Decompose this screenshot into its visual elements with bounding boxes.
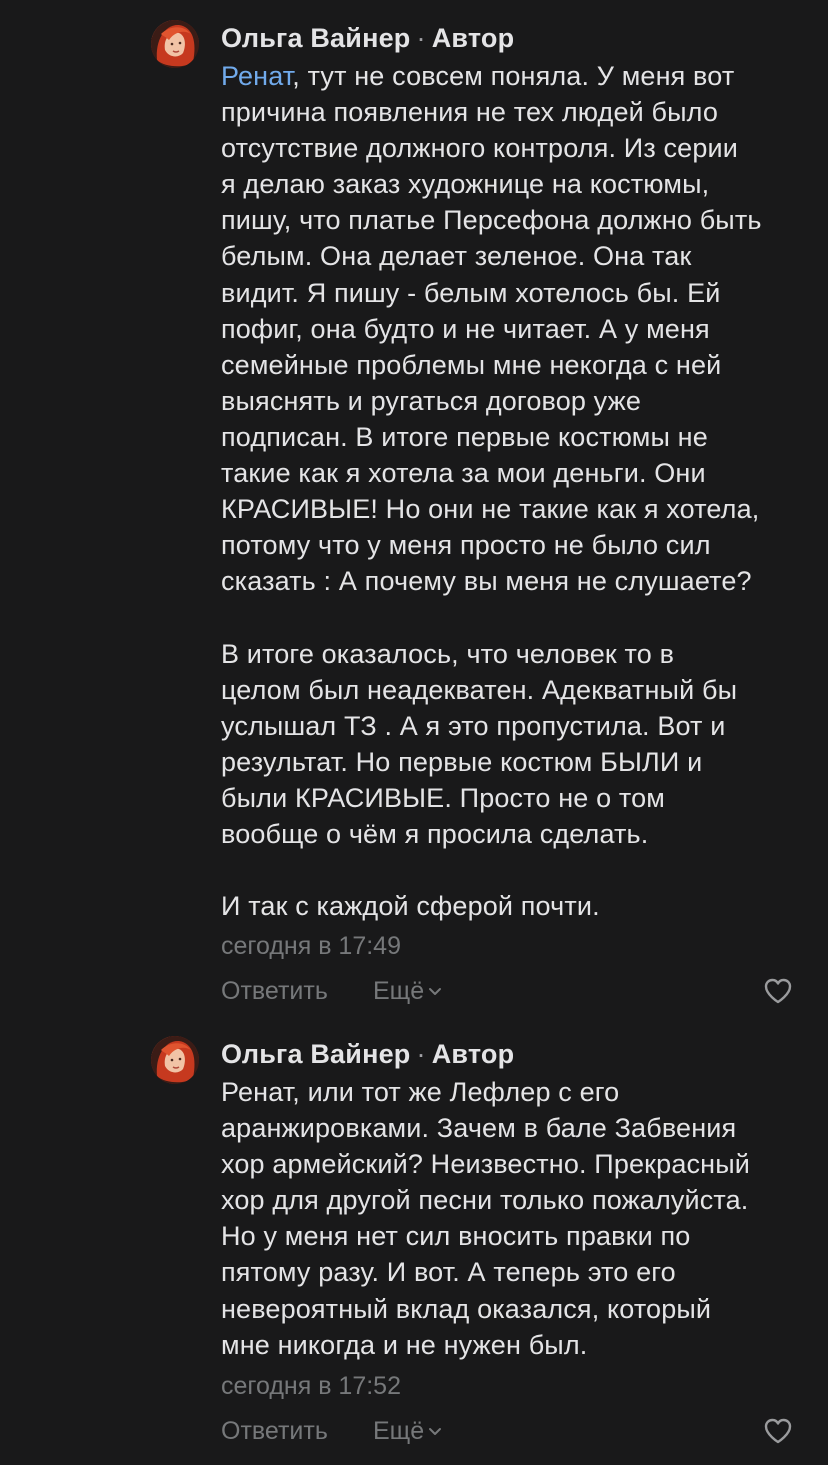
comment-line: Но у меня нет сил вносить правки по — [221, 1221, 691, 1252]
reply-button[interactable]: Ответить — [221, 971, 328, 1011]
comment-line: сказать : А почему вы меня не слушаете? — [221, 566, 752, 597]
mention-link[interactable]: Ренат — [221, 61, 292, 91]
heart-icon[interactable] — [763, 977, 793, 1005]
more-button[interactable]: Ещё — [373, 1411, 442, 1451]
comment-line: вообще о чём я просила сделать. — [221, 818, 649, 849]
comment-header: Ольга Вайнер · Автор — [221, 1036, 514, 1072]
comment-line: аранжировками. Зачем в бале Забвения — [221, 1113, 737, 1144]
comment-actions: Ответить Ещё — [221, 1411, 811, 1451]
comment-text: Ренат, тут не совсем поняла. У меня вот … — [221, 58, 811, 924]
author-badge: Автор — [431, 1039, 515, 1069]
comment-line: пятому разу. И вот. А теперь это его — [221, 1257, 676, 1288]
comment-line: услышал ТЗ . А я это пропустила. Вот и — [221, 710, 726, 741]
heart-icon[interactable] — [763, 1417, 793, 1445]
avatar[interactable] — [151, 1036, 199, 1084]
more-button-label: Ещё — [373, 1417, 425, 1445]
more-button[interactable]: Ещё — [373, 971, 442, 1011]
comment-line: подписан. В итоге первые костюмы не — [221, 421, 708, 452]
comment-line: выяснять и ругаться договор уже — [221, 385, 642, 416]
chevron-down-icon — [429, 1428, 442, 1436]
author-name[interactable]: Ольга Вайнер — [221, 23, 411, 53]
comment-header: Ольга Вайнер · Автор — [221, 20, 514, 56]
comment-line: И так с каждой сферой почти. — [221, 891, 600, 922]
avatar-icon — [151, 1036, 199, 1084]
separator: · — [416, 1039, 426, 1069]
comment-line: я делаю заказ художнице на костюмы, — [221, 169, 710, 200]
comment-line: такие как я хотела за мои деньги. Они — [221, 458, 706, 489]
comment-line: целом был неадекватен. Адекватный бы — [221, 674, 738, 705]
comment-line: Ренат, или тот же Лефлер с его — [221, 1077, 620, 1107]
comment-line: хор армейский? Неизвестно. Прекрасный — [221, 1149, 750, 1180]
comment-line: хор для другой песни только пожалуйста. — [221, 1185, 749, 1216]
reply-button[interactable]: Ответить — [221, 1411, 328, 1451]
comment-line: В итоге оказалось, что человек то в — [221, 638, 675, 669]
author-name[interactable]: Ольга Вайнер — [221, 1039, 411, 1069]
comment-line: белым. Она делает зеленое. Она так — [221, 241, 692, 272]
avatar[interactable] — [151, 20, 199, 68]
comment-line: пишу, что платье Персефона должно быть — [221, 205, 762, 236]
more-button-label: Ещё — [373, 977, 425, 1005]
comment-line: видит. Я пишу - белым хотелось бы. Ей — [221, 277, 721, 308]
avatar-icon — [151, 20, 199, 68]
comment-line: были КРАСИВЫЕ. Просто не о том — [221, 782, 665, 813]
comment-line: Ренат, тут не совсем поняла. У меня вот — [221, 58, 811, 94]
comment-line: отсутствие должного контроля. Из серии — [221, 133, 738, 164]
comment-line: пофиг, она будто и не читает. А у меня — [221, 313, 710, 344]
comment-timestamp[interactable]: сегодня в 17:49 — [221, 930, 401, 962]
comment-line: КРАСИВЫЕ! Но они не такие как я хотела, — [221, 494, 760, 525]
chevron-down-icon — [429, 988, 442, 996]
separator: · — [416, 23, 426, 53]
comment-line: мне никогда и не нужен был. — [221, 1329, 588, 1360]
comment-line: причина появления не тех людей было — [221, 97, 719, 128]
comment-actions: Ответить Ещё — [221, 971, 811, 1011]
author-badge: Автор — [431, 23, 515, 53]
comment-line: невероятный вклад оказался, который — [221, 1293, 712, 1324]
comment-line-text: , тут не совсем поняла. У меня вот — [292, 61, 735, 91]
comment-text: Ренат, или тот же Лефлер с его аранжиров… — [221, 1074, 811, 1363]
comment-line: результат. Но первые костюм БЫЛИ и — [221, 746, 703, 777]
comment-timestamp[interactable]: сегодня в 17:52 — [221, 1370, 401, 1402]
comment-line: семейные проблемы мне некогда с ней — [221, 349, 722, 380]
comment-line: потому что у меня просто не было сил — [221, 530, 711, 561]
